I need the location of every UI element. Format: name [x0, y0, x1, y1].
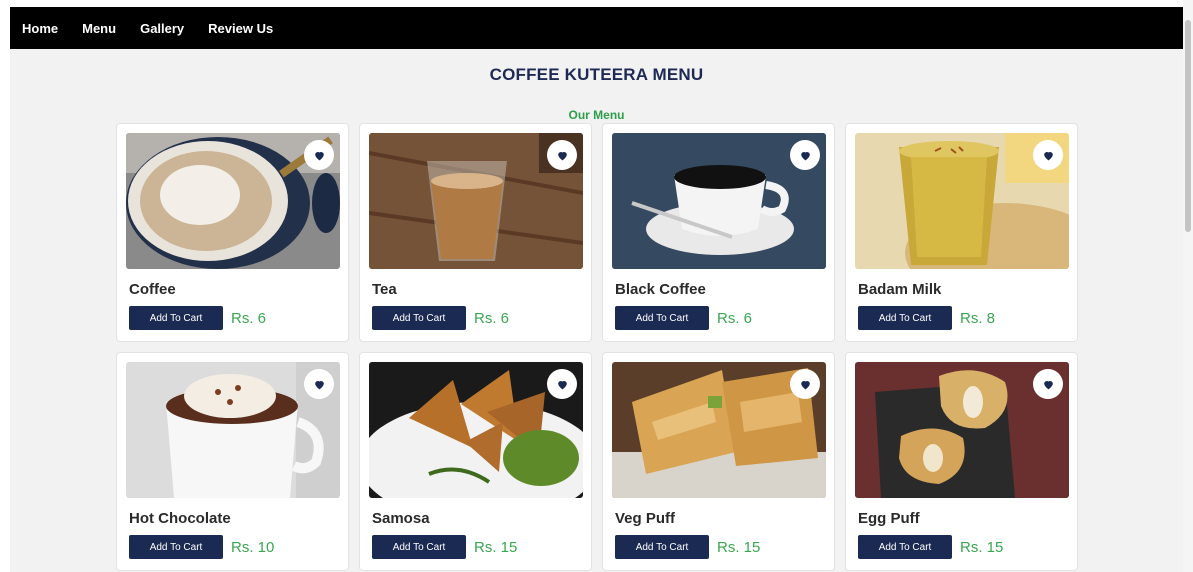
hot-chocolate-image	[126, 362, 340, 498]
section-subtitle: Our Menu	[568, 108, 625, 122]
heart-icon	[557, 151, 567, 160]
add-to-cart-button[interactable]: Add To Cart	[858, 535, 952, 559]
add-to-cart-button[interactable]: Add To Cart	[129, 306, 223, 330]
item-price: Rs. 15	[717, 538, 761, 556]
favorite-button[interactable]	[547, 140, 577, 170]
samosa-image	[369, 362, 583, 498]
menu-card-tea: Tea Add To Cart Rs. 6	[359, 123, 592, 342]
heart-icon	[800, 380, 810, 389]
nav-link-menu[interactable]: Menu	[82, 21, 116, 36]
heart-icon	[1043, 380, 1053, 389]
item-price: Rs. 15	[474, 538, 518, 556]
item-name: Black Coffee	[615, 281, 706, 298]
vertical-scrollbar[interactable]	[1183, 0, 1193, 572]
coffee-image	[126, 133, 340, 269]
navbar: Home Menu Gallery Review Us	[10, 7, 1183, 49]
heart-icon	[800, 151, 810, 160]
add-to-cart-button[interactable]: Add To Cart	[372, 535, 466, 559]
page-container: Home Menu Gallery Review Us COFFEE KUTEE…	[10, 7, 1183, 572]
scrollbar-thumb[interactable]	[1185, 20, 1191, 232]
add-to-cart-button[interactable]: Add To Cart	[615, 306, 709, 330]
item-name: Samosa	[372, 510, 430, 527]
menu-card-black-coffee: Black Coffee Add To Cart Rs. 6	[602, 123, 835, 342]
menu-grid: Coffee Add To Cart Rs. 6 Tea Add To Cart…	[116, 123, 1078, 571]
item-name: Egg Puff	[858, 510, 920, 527]
heart-icon	[314, 380, 324, 389]
item-price: Rs. 6	[474, 309, 510, 327]
tea-image	[369, 133, 583, 269]
item-name: Coffee	[129, 281, 176, 298]
item-name: Hot Chocolate	[129, 510, 231, 527]
favorite-button[interactable]	[1033, 369, 1063, 399]
item-price: Rs. 6	[231, 309, 267, 327]
favorite-button[interactable]	[790, 369, 820, 399]
favorite-button[interactable]	[547, 369, 577, 399]
page-title: COFFEE KUTEERA MENU	[489, 65, 704, 84]
menu-card-hot-chocolate: Hot Chocolate Add To Cart Rs. 10	[116, 352, 349, 571]
menu-card-egg-puff: Egg Puff Add To Cart Rs. 15	[845, 352, 1078, 571]
heart-icon	[314, 151, 324, 160]
nav-link-gallery[interactable]: Gallery	[140, 21, 184, 36]
egg-puff-image	[855, 362, 1069, 498]
menu-card-samosa: Samosa Add To Cart Rs. 15	[359, 352, 592, 571]
favorite-button[interactable]	[304, 369, 334, 399]
item-price: Rs. 10	[231, 538, 275, 556]
add-to-cart-button[interactable]: Add To Cart	[372, 306, 466, 330]
black-coffee-image	[612, 133, 826, 269]
item-name: Tea	[372, 281, 397, 298]
item-name: Veg Puff	[615, 510, 676, 527]
item-price: Rs. 15	[960, 538, 1004, 556]
add-to-cart-button[interactable]: Add To Cart	[858, 306, 952, 330]
item-name: Badam Milk	[858, 281, 942, 298]
heart-icon	[557, 380, 567, 389]
add-to-cart-button[interactable]: Add To Cart	[615, 535, 709, 559]
badam-milk-image	[855, 133, 1069, 269]
menu-card-badam-milk: Badam Milk Add To Cart Rs. 8	[845, 123, 1078, 342]
favorite-button[interactable]	[304, 140, 334, 170]
item-price: Rs. 6	[717, 309, 753, 327]
add-to-cart-button[interactable]: Add To Cart	[129, 535, 223, 559]
favorite-button[interactable]	[1033, 140, 1063, 170]
veg-puff-image	[612, 362, 826, 498]
menu-card-coffee: Coffee Add To Cart Rs. 6	[116, 123, 349, 342]
favorite-button[interactable]	[790, 140, 820, 170]
item-price: Rs. 8	[960, 309, 996, 327]
nav-link-home[interactable]: Home	[22, 21, 58, 36]
nav-link-review-us[interactable]: Review Us	[208, 21, 273, 36]
menu-card-veg-puff: Veg Puff Add To Cart Rs. 15	[602, 352, 835, 571]
heart-icon	[1043, 151, 1053, 160]
